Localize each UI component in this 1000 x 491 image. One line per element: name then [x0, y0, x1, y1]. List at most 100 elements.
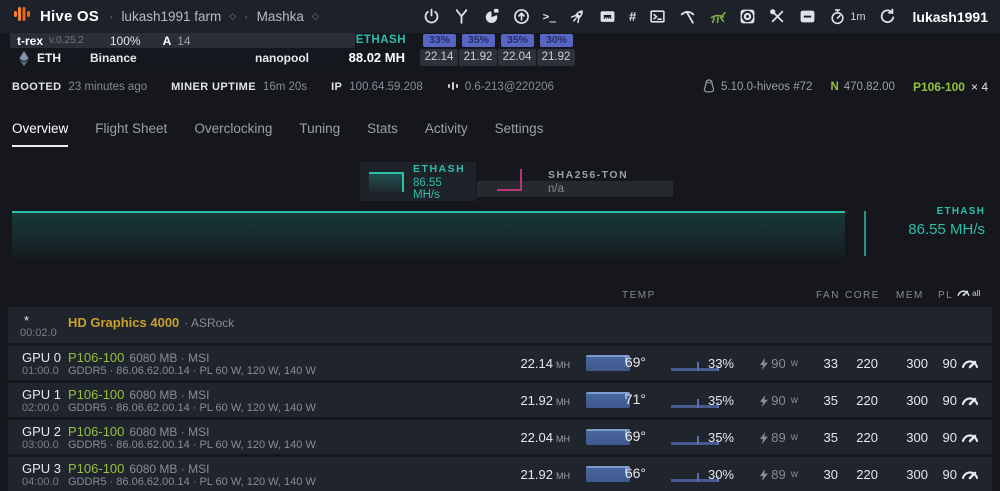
tab-flight-sheet[interactable]: Flight Sheet: [95, 121, 167, 147]
terminal-prompt-icon[interactable]: >_: [543, 10, 556, 23]
booted-label: BOOTED: [12, 81, 62, 93]
accepted-count: 14: [177, 33, 191, 48]
tab-stats[interactable]: Stats: [367, 121, 398, 147]
ip-value: 100.64.59.208: [349, 81, 423, 93]
bolt-icon: [760, 468, 769, 481]
brand-name: Hive OS: [40, 8, 99, 25]
column-header-core: CORE: [845, 290, 880, 301]
gpu-power: 89 w: [760, 467, 798, 482]
power-value: 90: [771, 356, 786, 371]
gpu-model-summary[interactable]: P106-100: [913, 80, 965, 94]
oc-gauge-button[interactable]: [960, 428, 980, 449]
gpu-id: GPU 0: [22, 350, 62, 365]
agent-version: 0.6-213@220206: [464, 81, 554, 93]
gpu-temp: 69°: [624, 428, 646, 444]
gpu-details: GDDR5 · 86.06.62.00.14 · PL 60 W, 120 W,…: [68, 476, 316, 488]
hashrate-unit: MH: [556, 471, 570, 481]
oc-mem: 300: [906, 356, 928, 371]
tab-overclocking[interactable]: Overclocking: [194, 121, 272, 147]
fan-icon[interactable]: [739, 8, 756, 25]
oc-pl: 90: [942, 393, 957, 408]
status-bar: BOOTED 23 minutes ago MINER UPTIME 16m 2…: [12, 78, 988, 95]
nvidia-label: N: [830, 81, 839, 93]
uptime-value: 16m 20s: [262, 81, 308, 93]
total-hashrate: 88.02 MH: [348, 50, 405, 65]
column-header-fan: FAN: [816, 290, 840, 301]
pickaxe-icon[interactable]: [679, 8, 696, 25]
power-unit: w: [790, 358, 798, 369]
gpu-hashrate-chip: 21.92: [537, 49, 575, 66]
booted-value: 23 minutes ago: [68, 81, 148, 93]
tools-icon[interactable]: [769, 8, 786, 25]
gpu-specs: 6080 MB · MSI: [129, 462, 210, 476]
power-value: 89: [771, 467, 786, 482]
miner-version: v.0.25.2: [49, 35, 84, 46]
gpu-id: GPU 2: [22, 424, 62, 439]
pie-lock-icon[interactable]: [483, 8, 500, 25]
fork-icon[interactable]: [453, 8, 470, 25]
algo-widget-ethash[interactable]: ETHASH 86.55 MH/s: [360, 162, 476, 201]
igpu-name: HD Graphics 4000 · ASRock: [68, 315, 234, 330]
grasshopper-icon[interactable]: [709, 8, 726, 25]
oc-mem: 300: [906, 430, 928, 445]
hash-glyph: #: [628, 9, 637, 24]
power-value: 89: [771, 430, 786, 445]
hash-icon[interactable]: #: [629, 9, 636, 24]
upgrade-icon[interactable]: [513, 8, 530, 25]
rocket-icon[interactable]: [569, 8, 586, 25]
flight-sheet-bar: ETH Binance nanopool 88.02 MH: [10, 48, 410, 68]
oc-all-button[interactable]: all: [956, 285, 981, 298]
tab-activity[interactable]: Activity: [425, 121, 468, 147]
oc-fan: 33: [823, 356, 838, 371]
miner-name: t-rex: [17, 33, 44, 48]
gpu-bus: 04:00.0: [22, 476, 59, 488]
oc-gauge-button[interactable]: [960, 354, 980, 375]
breadcrumb-dot: ·: [108, 9, 114, 24]
hashrate-value: 21.92: [520, 393, 553, 408]
hashrate-value: 22.14: [520, 356, 553, 371]
gpu-power: 89 w: [760, 430, 798, 445]
user-menu[interactable]: lukash1991: [913, 9, 989, 25]
gpu-details: GDDR5 · 86.06.62.00.14 · PL 60 W, 120 W,…: [68, 365, 316, 377]
gpu-details: GDDR5 · 86.06.62.00.14 · PL 60 W, 120 W,…: [68, 439, 316, 451]
tab-overview[interactable]: Overview: [12, 121, 69, 147]
rig-icon[interactable]: [599, 8, 616, 25]
tab-tuning[interactable]: Tuning: [299, 121, 340, 147]
minus-box-icon[interactable]: [799, 8, 816, 25]
gpu-model-link[interactable]: P106-100 6080 MB · MSI: [68, 387, 209, 402]
timer-icon[interactable]: 1m: [829, 8, 866, 25]
gpu-model-link[interactable]: P106-100 6080 MB · MSI: [68, 461, 209, 476]
refresh-icon[interactable]: [879, 8, 896, 25]
hashrate-chart[interactable]: [12, 211, 845, 258]
gpu-model-link[interactable]: P106-100 6080 MB · MSI: [68, 350, 209, 365]
algo-widget-sha256ton[interactable]: SHA256-TON n/a: [497, 162, 682, 201]
gpu-model-link[interactable]: P106-100 6080 MB · MSI: [68, 424, 209, 439]
oc-core: 220: [856, 393, 878, 408]
ethash-widget-value: 86.55 MH/s: [413, 176, 442, 201]
gpu-bus: 02:00.0: [22, 402, 59, 414]
oc-gauge-button[interactable]: [960, 465, 980, 486]
gpu-id: GPU 1: [22, 387, 62, 402]
worker-caret-icon[interactable]: ◇: [312, 11, 319, 22]
tab-settings[interactable]: Settings: [495, 121, 544, 147]
oc-gauge-button[interactable]: [960, 391, 980, 412]
gpu-details: GDDR5 · 86.06.62.00.14 · PL 60 W, 120 W,…: [68, 402, 316, 414]
gpu-id: GPU 3: [22, 461, 62, 476]
hashrate-value: 21.92: [520, 467, 553, 482]
power-icon[interactable]: [423, 8, 440, 25]
brand[interactable]: Hive OS: [12, 4, 99, 29]
hashrate-chart-tick: [864, 211, 866, 256]
prompt-glyph: >_: [542, 10, 556, 23]
gpu-fan-speed: 35%: [707, 393, 734, 408]
worker-selector[interactable]: Mashka: [257, 9, 304, 24]
gpu-model-name: P106-100: [68, 387, 125, 402]
farm-selector[interactable]: lukash1991 farm: [121, 9, 221, 24]
temp-history-bar: [586, 392, 630, 408]
farm-caret-icon[interactable]: ◇: [229, 11, 236, 22]
shell-icon[interactable]: [649, 8, 666, 25]
ethash-sparkline: [369, 171, 405, 192]
gpu-hashrate-chip: 22.14: [420, 49, 458, 66]
power-value: 90: [771, 393, 786, 408]
gpu-hashrate: 22.04 MH: [520, 430, 570, 445]
hashrate-unit: MH: [556, 434, 570, 444]
